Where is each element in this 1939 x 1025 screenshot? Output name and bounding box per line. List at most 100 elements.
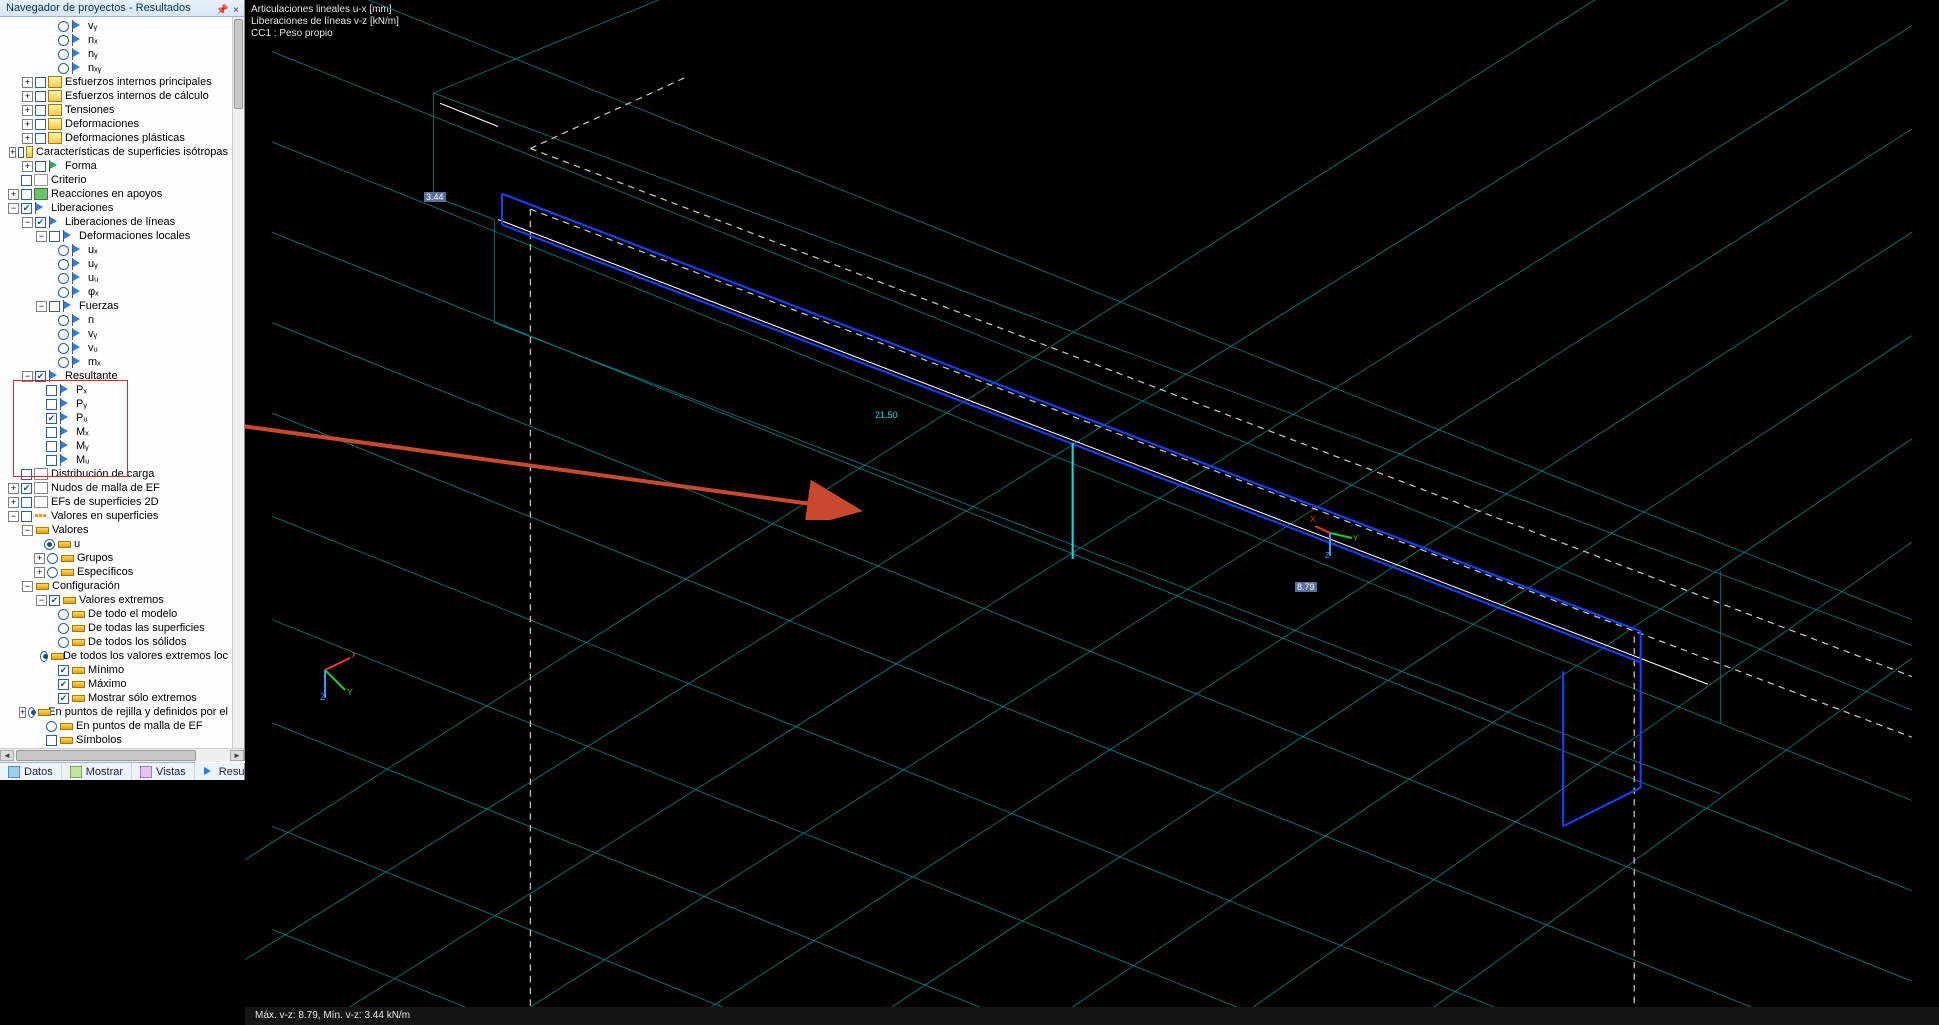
tree-item-py[interactable]: Pᵧ: [76, 397, 87, 411]
checkbox[interactable]: [35, 133, 46, 144]
tree-item[interactable]: Características de superficies isótropas: [36, 145, 228, 159]
checkbox[interactable]: [21, 511, 32, 522]
tree-item-pz[interactable]: Pᵤ: [76, 411, 88, 425]
vertical-scrollbar[interactable]: [232, 17, 244, 748]
checkbox[interactable]: [21, 483, 32, 494]
tree-item-minimo[interactable]: Mínimo: [88, 663, 124, 677]
checkbox[interactable]: [35, 77, 46, 88]
expand-toggle[interactable]: −: [22, 217, 33, 228]
radio[interactable]: [58, 259, 69, 270]
expand-toggle[interactable]: +: [22, 77, 33, 88]
tree-item-lib-lineas[interactable]: Liberaciones de líneas: [65, 215, 175, 229]
tree-item-mz[interactable]: Mᵤ: [76, 453, 89, 467]
expand-toggle[interactable]: +: [34, 567, 45, 578]
tree-item-grupos[interactable]: Grupos: [77, 551, 113, 565]
radio[interactable]: [58, 273, 69, 284]
expand-toggle[interactable]: +: [22, 91, 33, 102]
checkbox[interactable]: [46, 413, 57, 424]
expand-toggle[interactable]: −: [8, 511, 19, 522]
radio[interactable]: [58, 287, 69, 298]
tree-item[interactable]: vᵧ: [88, 19, 97, 33]
radio[interactable]: [58, 315, 69, 326]
scroll-right-arrow[interactable]: ►: [230, 750, 244, 761]
tree-item[interactable]: Tensiones: [65, 103, 115, 117]
radio[interactable]: [58, 623, 69, 634]
radio[interactable]: [40, 651, 48, 662]
tab-mostrar[interactable]: Mostrar: [62, 763, 132, 780]
tree-item[interactable]: Esfuerzos internos de cálculo: [65, 89, 209, 103]
tree-item[interactable]: vᵧ: [88, 327, 97, 341]
checkbox[interactable]: [21, 189, 32, 200]
expand-toggle[interactable]: +: [8, 189, 19, 200]
checkbox[interactable]: [21, 175, 32, 186]
expand-toggle[interactable]: −: [8, 203, 19, 214]
radio[interactable]: [58, 21, 69, 32]
pin-icon[interactable]: 📌: [216, 2, 228, 14]
tree-item-reacciones[interactable]: Reacciones en apoyos: [51, 187, 162, 201]
checkbox[interactable]: [49, 231, 60, 242]
expand-toggle[interactable]: +: [8, 497, 19, 508]
tree-item-fuerzas[interactable]: Fuerzas: [79, 299, 119, 313]
checkbox[interactable]: [18, 147, 24, 158]
checkbox[interactable]: [46, 441, 57, 452]
expand-toggle[interactable]: +: [22, 133, 33, 144]
checkbox[interactable]: [46, 399, 57, 410]
checkbox[interactable]: [21, 497, 32, 508]
radio[interactable]: [46, 721, 57, 732]
scroll-thumb[interactable]: [234, 19, 243, 109]
radio[interactable]: [28, 707, 35, 718]
tab-vistas[interactable]: Vistas: [132, 763, 195, 780]
tree-item-my[interactable]: Mᵧ: [76, 439, 89, 453]
radio[interactable]: [58, 609, 69, 620]
tree-item[interactable]: Forma: [65, 159, 97, 173]
expand-toggle[interactable]: +: [19, 707, 26, 718]
tree-item[interactable]: uᵧ: [88, 257, 98, 271]
expand-toggle[interactable]: +: [22, 105, 33, 116]
checkbox[interactable]: [35, 371, 46, 382]
expand-toggle[interactable]: −: [36, 595, 47, 606]
radio[interactable]: [58, 329, 69, 340]
tree-item-especificos[interactable]: Específicos: [77, 565, 133, 579]
expand-toggle[interactable]: +: [34, 553, 45, 564]
radio[interactable]: [58, 637, 69, 648]
checkbox[interactable]: [49, 301, 60, 312]
scroll-left-arrow[interactable]: ◄: [0, 750, 14, 761]
tree-item[interactable]: Esfuerzos internos principales: [65, 75, 212, 89]
tree-item-config[interactable]: Configuración: [52, 579, 120, 593]
tree-item-criterio[interactable]: Criterio: [51, 173, 86, 187]
tree-item-maximo[interactable]: Máximo: [88, 677, 127, 691]
checkbox[interactable]: [35, 217, 46, 228]
tab-datos[interactable]: Datos: [0, 763, 62, 780]
tree-item[interactable]: nᵧ: [88, 47, 98, 61]
radio[interactable]: [58, 357, 69, 368]
checkbox[interactable]: [58, 679, 69, 690]
radio[interactable]: [58, 343, 69, 354]
tree-item[interactable]: uₓ: [88, 243, 98, 257]
tree-item-en-malla[interactable]: En puntos de malla de EF: [76, 719, 203, 733]
radio[interactable]: [58, 49, 69, 60]
expand-toggle[interactable]: −: [22, 371, 33, 382]
expand-toggle[interactable]: −: [36, 301, 47, 312]
tree-item[interactable]: Deformaciones: [65, 117, 139, 131]
checkbox[interactable]: [35, 91, 46, 102]
checkbox[interactable]: [46, 455, 57, 466]
tree-item-efs-2d[interactable]: EFs de superficies 2D: [51, 495, 159, 509]
expand-toggle[interactable]: −: [22, 525, 33, 536]
tree-item[interactable]: Deformaciones plásticas: [65, 131, 185, 145]
checkbox[interactable]: [46, 385, 57, 396]
tree-item-valores[interactable]: Valores: [52, 523, 88, 537]
tree-item-val-sup[interactable]: Valores en superficies: [51, 509, 158, 523]
tree-item[interactable]: De todos los sólidos: [88, 635, 186, 649]
tree-item-resultante[interactable]: Resultante: [65, 369, 118, 383]
expand-toggle[interactable]: +: [9, 147, 16, 158]
tree-item-dist-carga[interactable]: Distribución de carga: [51, 467, 154, 481]
checkbox[interactable]: [21, 469, 32, 480]
tree-item-simbolos[interactable]: Símbolos: [76, 733, 122, 747]
expand-toggle[interactable]: −: [22, 581, 33, 592]
expand-toggle[interactable]: +: [22, 161, 33, 172]
checkbox[interactable]: [46, 427, 57, 438]
checkbox[interactable]: [46, 735, 57, 746]
checkbox[interactable]: [58, 665, 69, 676]
tree-item-mx[interactable]: Mₓ: [76, 425, 89, 439]
expand-toggle[interactable]: +: [8, 483, 19, 494]
